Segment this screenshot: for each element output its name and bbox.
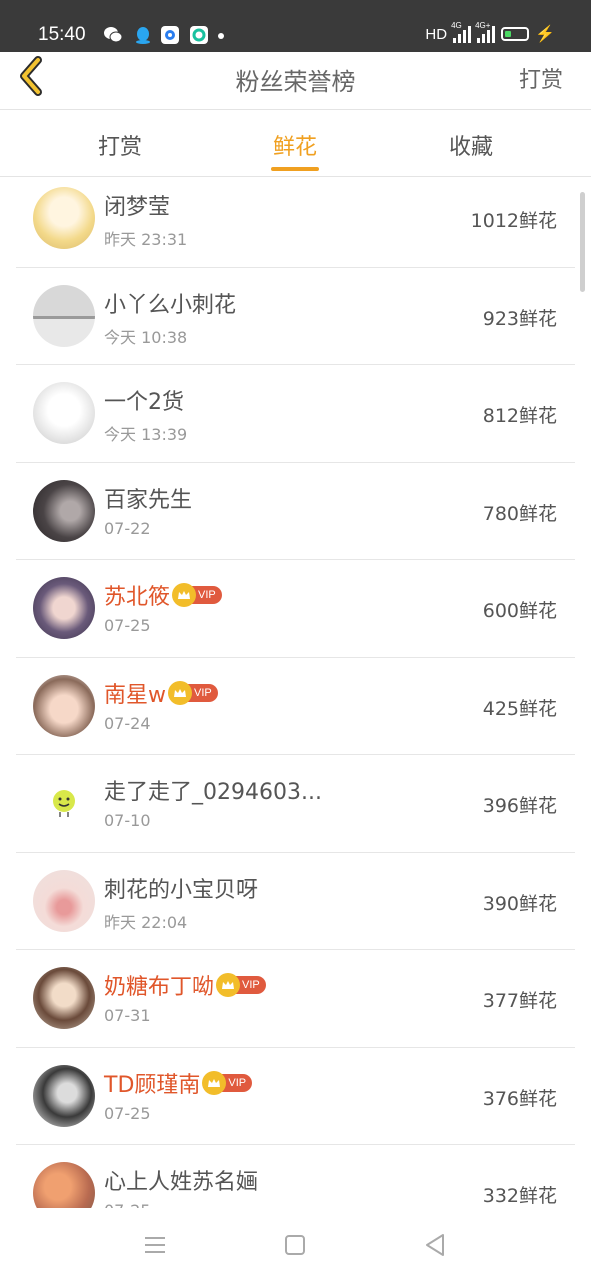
- item-time: 昨天 22:04: [104, 912, 188, 932]
- signal2-label: 4G+: [475, 21, 491, 30]
- user-name: 百家先生: [104, 487, 193, 513]
- status-right: HD 4G 4G+ ⚡: [425, 21, 555, 44]
- qq-icon: [133, 25, 153, 45]
- flower-count: 390鲜花: [482, 892, 557, 915]
- item-time: 07-22: [104, 518, 151, 538]
- flower-count: 600鲜花: [482, 600, 557, 622]
- page-title: 粉丝荣誉榜: [235, 68, 356, 96]
- avatar[interactable]: [33, 577, 95, 639]
- item-time: 07-25: [104, 616, 151, 635]
- item-time: 07-25: [104, 1103, 151, 1123]
- item-time: 今天 13:39: [104, 425, 188, 444]
- flower-count: 332鲜花: [482, 1185, 557, 1207]
- network-label: HD: [425, 25, 448, 43]
- avatar[interactable]: [33, 1064, 95, 1127]
- smiley-icon[interactable]: [33, 772, 95, 834]
- user-name: 一个2货: [104, 390, 184, 415]
- charging-icon: ⚡: [535, 26, 555, 43]
- avatar[interactable]: [33, 382, 95, 444]
- list-item[interactable]: TD顾瑾南 VIP 07-25 376鲜花: [16, 1048, 575, 1145]
- flower-count: 812鲜花: [482, 405, 557, 427]
- user-name: TD顾瑾南: [104, 1072, 201, 1098]
- item-time: 07-25: [104, 1201, 151, 1208]
- user-name: 苏北筱: [104, 585, 171, 610]
- status-bar: 15:40 HD 4G 4G+ ⚡: [0, 0, 591, 52]
- item-time: 07-10: [104, 811, 151, 830]
- app-icon: [160, 25, 180, 45]
- reward-button[interactable]: 打赏: [519, 62, 563, 94]
- tab-favorites[interactable]: 收藏: [411, 129, 531, 161]
- crown-icon: [172, 583, 197, 607]
- item-time: 07-24: [104, 713, 151, 733]
- scrollbar[interactable]: [580, 192, 585, 292]
- user-name: 刺花的小宝贝呀: [104, 877, 259, 903]
- notification-dot: [218, 33, 224, 39]
- flower-count: 780鲜花: [482, 502, 557, 525]
- menu-icon[interactable]: [140, 1230, 170, 1260]
- vip-badge: VIP: [202, 1070, 253, 1095]
- system-navbar: [0, 1208, 591, 1280]
- fan-list: 闭梦莹 昨天 23:31 1012鲜花 小丫么小刺花 今天 10:38 923鲜…: [16, 170, 575, 1208]
- vip-badge: VIP: [172, 583, 222, 607]
- flower-count: 377鲜花: [482, 990, 557, 1012]
- tab-bar: 打赏 鲜花 收藏: [0, 111, 591, 177]
- crown-icon: [216, 973, 241, 997]
- home-square-icon[interactable]: [280, 1230, 310, 1260]
- avatar[interactable]: [33, 674, 95, 737]
- list-item[interactable]: 刺花的小宝贝呀 昨天 22:04 390鲜花: [16, 853, 575, 950]
- user-name: 奶糖布丁呦: [104, 975, 215, 1000]
- list-item[interactable]: 闭梦莹 昨天 23:31 1012鲜花: [16, 170, 575, 268]
- user-name: 闭梦莹: [104, 195, 171, 220]
- user-name: 小丫么小刺花: [104, 292, 237, 318]
- list-item[interactable]: 奶糖布丁呦 VIP 07-31 377鲜花: [16, 950, 575, 1048]
- item-time: 07-31: [104, 1006, 151, 1025]
- tab-reward[interactable]: 打赏: [60, 129, 180, 161]
- list-item[interactable]: 心上人姓苏名婳 07-25 332鲜花: [16, 1145, 575, 1208]
- avatar[interactable]: [33, 479, 95, 542]
- list-item[interactable]: 一个2货 今天 13:39 812鲜花: [16, 365, 575, 463]
- flower-count: 425鲜花: [482, 697, 557, 720]
- flower-count: 923鲜花: [482, 307, 557, 330]
- avatar[interactable]: [33, 967, 95, 1029]
- app-icon-2: [189, 25, 209, 45]
- avatar[interactable]: [33, 869, 95, 932]
- user-name: 南星w: [104, 682, 166, 708]
- signal-icon: 4G: [451, 21, 472, 43]
- battery-icon: [501, 27, 530, 41]
- user-name: 心上人姓苏名婳: [104, 1170, 259, 1195]
- item-time: 昨天 23:31: [104, 230, 188, 249]
- crown-icon: [168, 680, 192, 705]
- header: 粉丝荣誉榜 打赏: [0, 52, 591, 110]
- list-item[interactable]: 南星w VIP 07-24 425鲜花: [16, 658, 575, 755]
- avatar[interactable]: [33, 1162, 95, 1208]
- list-item[interactable]: 苏北筱 VIP 07-25 600鲜花: [16, 560, 575, 658]
- signal1-label: 4G: [451, 21, 462, 30]
- tab-flowers[interactable]: 鲜花: [235, 129, 355, 161]
- vip-badge: VIP: [168, 680, 218, 705]
- vip-badge: VIP: [216, 973, 266, 997]
- avatar[interactable]: [33, 187, 95, 249]
- avatar[interactable]: [33, 284, 95, 347]
- list-item[interactable]: 走了走了_0294603... 07-10 396鲜花: [16, 755, 575, 853]
- status-time: 15:40: [38, 24, 86, 45]
- crown-icon: [202, 1070, 227, 1095]
- wechat-icon: [103, 25, 123, 45]
- flower-count: 396鲜花: [482, 795, 557, 817]
- flower-count: 1012鲜花: [470, 210, 557, 232]
- list-item[interactable]: 小丫么小刺花 今天 10:38 923鲜花: [16, 268, 575, 365]
- list-item[interactable]: 百家先生 07-22 780鲜花: [16, 463, 575, 560]
- back-triangle-icon[interactable]: [420, 1230, 450, 1260]
- signal-icon-2: 4G+: [475, 21, 496, 43]
- item-time: 今天 10:38: [104, 327, 188, 347]
- flower-count: 376鲜花: [482, 1087, 557, 1110]
- user-name: 走了走了_0294603...: [104, 780, 322, 805]
